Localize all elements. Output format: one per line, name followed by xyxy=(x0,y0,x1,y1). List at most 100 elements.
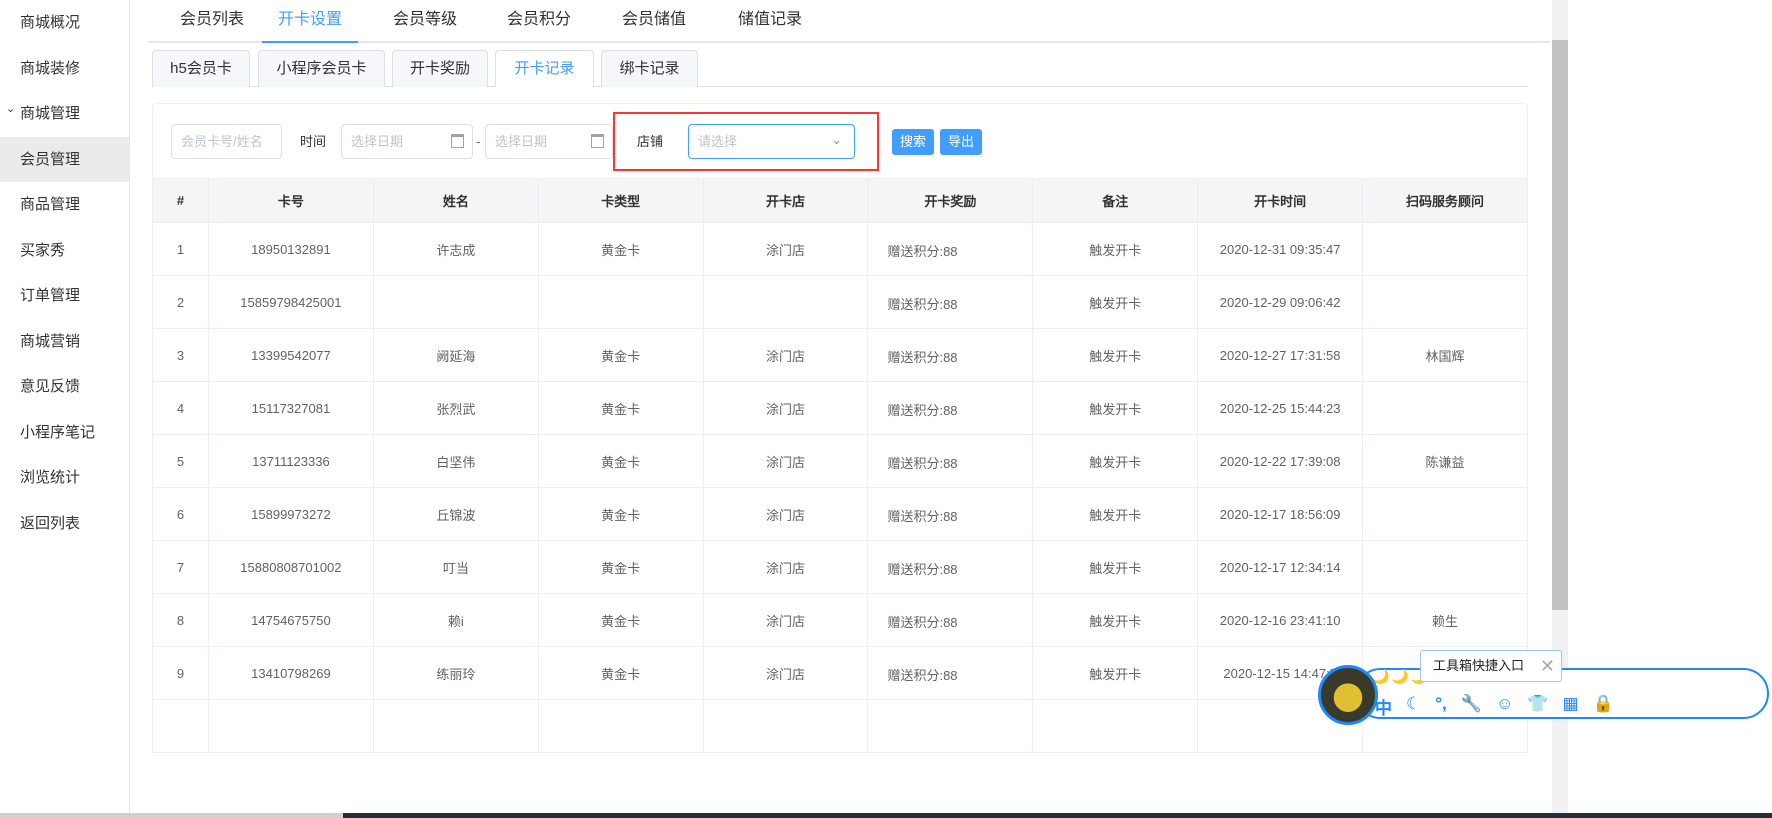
toolbox-icon[interactable]: 🔒 xyxy=(1593,694,1614,719)
close-icon[interactable]: ✕ xyxy=(1540,651,1555,681)
column-header: 备注 xyxy=(1032,178,1199,223)
column-header: 卡号 xyxy=(207,178,374,223)
records-table: # 卡号 姓名 卡类型 开卡店 开卡奖励 备注 开卡时间 扫码服务顾问 1 18950132891… xyxy=(152,178,1528,753)
sidebar-item[interactable]: 订单管理 xyxy=(0,273,129,318)
table-cell: 6 xyxy=(152,487,209,541)
top-tabs: 会员列表 开卡设置 会员等级 会员积分 会员储值 储值记录 xyxy=(148,0,1550,43)
column-header: 开卡时间 xyxy=(1197,178,1364,223)
table-cell: 2020-12-31 09:35:47 xyxy=(1197,222,1364,276)
table-cell: 张烈武 xyxy=(372,381,539,435)
table-cell xyxy=(702,699,869,753)
table-cell: 2020-12-17 18:56:09 xyxy=(1197,487,1364,541)
top-tab[interactable]: 会员列表 xyxy=(164,0,260,43)
table-cell: 赖i xyxy=(372,593,539,647)
table-row: 8 14754675750 赖i 黄金卡 涂门店 赠送积分:88 触发开卡 2020-12-1… xyxy=(152,593,1528,647)
table-cell: 触发开卡 xyxy=(1032,381,1199,435)
table-cell: 涂门店 xyxy=(702,328,869,382)
table-cell: 2 xyxy=(152,275,209,329)
sidebar-item-label: 意见反馈 xyxy=(20,378,81,395)
start-date-input[interactable]: 选择日期 xyxy=(341,124,473,159)
keyword-input[interactable]: 会员卡号/姓名 xyxy=(171,124,282,159)
table-cell xyxy=(1362,540,1528,594)
sub-tab[interactable]: h5会员卡 xyxy=(152,50,250,87)
calendar-icon xyxy=(451,134,464,148)
table-cell: 陈谦益 xyxy=(1362,434,1528,488)
table-cell: 3 xyxy=(152,328,209,382)
column-header: # xyxy=(152,178,209,223)
table-cell: 许志成 xyxy=(372,222,539,276)
table-cell: 赠送积分:88 xyxy=(867,434,1034,488)
toolbox-icon[interactable]: °, xyxy=(1435,694,1447,719)
table-cell: 触发开卡 xyxy=(1032,434,1199,488)
table-row: 1 18950132891 许志成 黄金卡 涂门店 赠送积分:88 触发开卡 2020-12-… xyxy=(152,222,1528,276)
sidebar-item[interactable]: 小程序笔记 xyxy=(0,410,129,455)
end-date-placeholder: 选择日期 xyxy=(495,134,548,149)
chevron-down-icon: ⌄ xyxy=(6,103,16,115)
sidebar-item[interactable]: 返回列表 xyxy=(0,501,129,546)
toolbox-icon[interactable]: 🔧 xyxy=(1461,694,1482,719)
sidebar-item-label: 商城营销 xyxy=(20,332,81,350)
column-header: 开卡奖励 xyxy=(867,178,1034,223)
top-tab[interactable]: 会员等级 xyxy=(377,0,473,43)
sidebar-item-label: 商城概况 xyxy=(20,14,81,31)
sidebar-item[interactable]: ⌄ 商城管理 xyxy=(0,91,129,136)
top-tab[interactable]: 会员储值 xyxy=(606,0,702,43)
search-button[interactable]: 搜索 xyxy=(892,129,935,155)
table-cell: 2020-12-29 09:06:42 xyxy=(1197,275,1364,329)
table-cell: 赠送积分:88 xyxy=(867,275,1034,329)
end-date-input[interactable]: 选择日期 xyxy=(485,124,613,159)
sidebar-item-label: 小程序笔记 xyxy=(20,423,96,441)
sidebar-item-label: 返回列表 xyxy=(20,514,81,532)
toolbox-icon[interactable]: ☾ xyxy=(1406,694,1421,719)
table-cell: 黄金卡 xyxy=(537,487,704,541)
sub-tab[interactable]: 开卡记录 xyxy=(495,50,594,87)
table-cell: 8 xyxy=(152,593,209,647)
table-cell xyxy=(1362,222,1528,276)
tooltip-text: 工具箱快捷入口 xyxy=(1433,658,1525,673)
top-tab[interactable]: 储值记录 xyxy=(720,0,820,43)
table-cell: 触发开卡 xyxy=(1032,275,1199,329)
sidebar-item[interactable]: 商城装修 xyxy=(0,46,129,91)
toolbox-icon[interactable]: ☺ xyxy=(1496,694,1513,719)
toolbox-tooltip: 工具箱快捷入口 ✕ xyxy=(1420,650,1562,682)
top-tab[interactable]: 会员积分 xyxy=(491,0,587,43)
table-cell: 黄金卡 xyxy=(537,593,704,647)
table-cell: 阙延海 xyxy=(372,328,539,382)
sidebar-item[interactable]: 会员管理 xyxy=(0,136,129,182)
table-cell: 赠送积分:88 xyxy=(867,593,1034,647)
sidebar-item[interactable]: 浏览统计 xyxy=(0,455,129,500)
table-cell: 7 xyxy=(152,540,209,594)
sub-tab[interactable]: 小程序会员卡 xyxy=(258,50,385,87)
table-cell: 赠送积分:88 xyxy=(867,328,1034,382)
table-cell: 黄金卡 xyxy=(537,540,704,594)
sidebar-item-label: 商城管理 xyxy=(20,105,81,122)
column-header: 姓名 xyxy=(372,178,539,223)
table-cell xyxy=(1032,699,1199,753)
table-cell xyxy=(372,699,539,753)
avatar[interactable] xyxy=(1318,665,1378,725)
sub-tabs: h5会员卡 小程序会员卡 开卡奖励 开卡记录 绑卡记录 xyxy=(152,50,1528,87)
table-row: 4 15117327081 张烈武 黄金卡 涂门店 赠送积分:88 触发开卡 2020-12-… xyxy=(152,381,1528,435)
table-cell: 15859798425001 xyxy=(207,275,374,329)
sidebar-item[interactable]: 商城概况 xyxy=(0,0,129,45)
table-cell: 15899973272 xyxy=(207,487,374,541)
table-row: 2 15859798425001 赠送积分:88 触发开卡 2020-12-29 09:… xyxy=(152,275,1528,329)
sidebar-item-label: 会员管理 xyxy=(20,150,81,168)
toolbox-icon[interactable]: 👕 xyxy=(1527,694,1548,719)
sidebar-item[interactable]: 商品管理 xyxy=(0,182,129,227)
export-button[interactable]: 导出 xyxy=(940,129,983,155)
top-tab[interactable]: 开卡设置 xyxy=(262,0,358,43)
toolbox-icon[interactable]: ▦ xyxy=(1562,694,1578,719)
table-cell: 触发开卡 xyxy=(1032,646,1199,700)
sub-tab[interactable]: 绑卡记录 xyxy=(601,50,698,87)
sidebar-item[interactable]: 商城营销 xyxy=(0,319,129,364)
sub-tab[interactable]: 开卡奖励 xyxy=(392,50,488,87)
table-cell: 赠送积分:88 xyxy=(867,222,1034,276)
sidebar-item[interactable]: 买家秀 xyxy=(0,228,129,273)
table-cell: 18950132891 xyxy=(207,222,374,276)
table-cell xyxy=(372,275,539,329)
table-cell: 叮当 xyxy=(372,540,539,594)
scrollbar-thumb[interactable] xyxy=(1552,40,1568,610)
sidebar-item[interactable]: 意见反馈 xyxy=(0,364,129,409)
table-cell: 黄金卡 xyxy=(537,328,704,382)
